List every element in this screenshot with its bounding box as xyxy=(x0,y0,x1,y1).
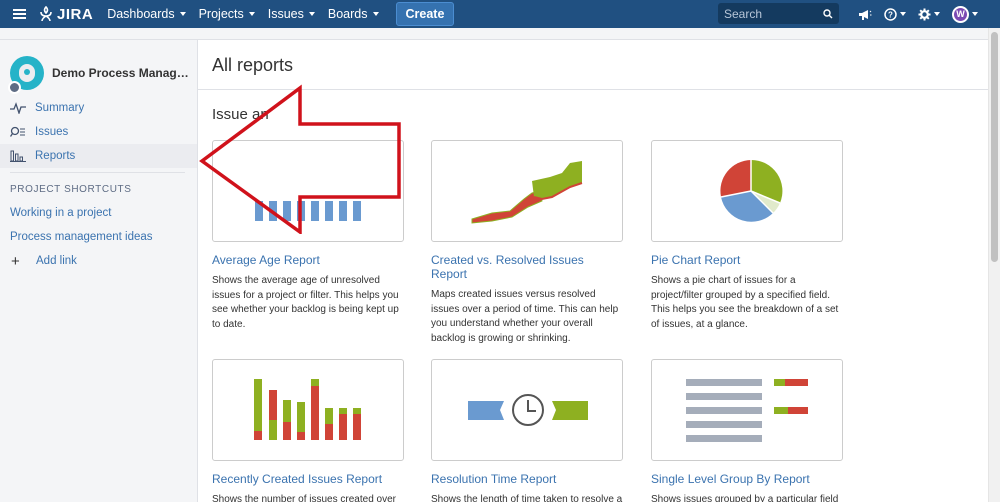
report-card-created-vs-resolved[interactable]: Created vs. Resolved Issues Report Maps … xyxy=(431,140,623,346)
report-title[interactable]: Resolution Time Report xyxy=(431,472,623,486)
settings-menu-button[interactable] xyxy=(918,8,940,21)
report-title[interactable]: Single Level Group By Report xyxy=(651,472,843,486)
report-description: Shows a pie chart of issues for a projec… xyxy=(651,275,839,330)
chevron-down-icon xyxy=(934,12,940,16)
section-title: Issue an xyxy=(212,106,269,123)
project-avatar-icon xyxy=(8,56,44,94)
report-title[interactable]: Recently Created Issues Report xyxy=(212,472,404,486)
report-description: Shows issues grouped by a particular fie… xyxy=(651,494,839,502)
chevron-down-icon xyxy=(372,12,379,16)
created-vs-resolved-thumbnail[interactable] xyxy=(431,140,623,242)
report-description: Shows the length of time taken to resolv… xyxy=(431,494,623,502)
resolution-time-thumbnail[interactable] xyxy=(431,359,623,461)
add-link-button[interactable]: + Add link xyxy=(0,249,197,273)
issues-search-icon xyxy=(10,126,25,137)
nav-label: Dashboards xyxy=(107,7,175,21)
search-input[interactable]: Search xyxy=(718,3,839,24)
user-profile-button[interactable]: W xyxy=(952,5,978,23)
help-icon: ? xyxy=(884,7,897,21)
search-placeholder: Search xyxy=(724,6,763,21)
report-description: Maps created issues versus resolved issu… xyxy=(431,289,619,344)
plus-icon: + xyxy=(11,252,20,270)
stacked-bar-chart-icon xyxy=(254,379,361,440)
project-header[interactable]: Demo Process Manageme... xyxy=(0,40,197,96)
report-title[interactable]: Created vs. Resolved Issues Report xyxy=(431,253,623,281)
report-description: Shows the number of issues created over … xyxy=(212,494,396,502)
add-link-label: Add link xyxy=(36,255,77,267)
summary-pulse-icon xyxy=(10,102,26,114)
nav-label: Boards xyxy=(327,7,368,21)
chevron-down-icon xyxy=(900,12,906,16)
clock-timeline-icon xyxy=(468,394,588,426)
sidebar-item-reports[interactable]: Reports xyxy=(0,144,197,168)
sidebar-item-label: Summary xyxy=(35,102,85,114)
help-menu-button[interactable]: ? xyxy=(884,7,906,21)
svg-text:?: ? xyxy=(888,10,893,19)
jira-logo[interactable]: JIRA xyxy=(38,6,93,23)
average-age-thumbnail[interactable] xyxy=(212,140,404,242)
pie-chart-thumbnail[interactable] xyxy=(651,140,843,242)
chevron-down-icon xyxy=(308,12,315,16)
page-title: All reports xyxy=(212,55,294,75)
shortcut-process-management-ideas[interactable]: Process management ideas xyxy=(0,225,197,249)
scrollbar-thumb[interactable] xyxy=(991,32,998,262)
chevron-down-icon xyxy=(179,12,186,16)
report-description: Shows the average age of unresolved issu… xyxy=(212,275,399,330)
report-card-average-age[interactable]: Average Age Report Shows the average age… xyxy=(212,140,404,332)
page-header: All reports xyxy=(198,40,988,90)
chevron-down-icon xyxy=(248,12,255,16)
pie-chart-icon xyxy=(720,159,783,222)
report-card-resolution-time[interactable]: Resolution Time Report Shows the length … xyxy=(431,359,623,502)
report-title[interactable]: Pie Chart Report xyxy=(651,253,843,267)
nav-boards-menu[interactable]: Boards xyxy=(328,7,379,21)
report-card-single-level-group[interactable]: Single Level Group By Report Shows issue… xyxy=(651,359,843,502)
reports-chart-icon xyxy=(10,150,26,162)
main-content: All reports Issue an Average Age Report … xyxy=(198,40,988,502)
project-name[interactable]: Demo Process Manageme... xyxy=(52,66,192,80)
jira-logo-icon xyxy=(40,6,52,22)
sidebar-item-issues[interactable]: Issues xyxy=(0,120,197,144)
single-level-group-thumbnail[interactable] xyxy=(651,359,843,461)
shortcuts-heading: PROJECT SHORTCUTS xyxy=(10,184,132,195)
nav-projects-menu[interactable]: Projects xyxy=(199,7,255,21)
recently-created-thumbnail[interactable] xyxy=(212,359,404,461)
sidebar-item-label: Reports xyxy=(35,150,76,162)
app-switcher-menu-icon[interactable] xyxy=(0,0,38,28)
vertical-scrollbar[interactable] xyxy=(988,28,1000,502)
logo-text: JIRA xyxy=(57,5,94,23)
bar-chart-icon xyxy=(255,201,361,221)
search-icon xyxy=(823,8,833,18)
grouped-list-icon xyxy=(686,379,808,442)
create-button[interactable]: Create xyxy=(395,2,455,26)
nav-dashboards-menu[interactable]: Dashboards xyxy=(107,7,186,21)
project-sidebar: Demo Process Manageme... Summary Issues … xyxy=(0,40,198,502)
notification-button[interactable] xyxy=(858,8,872,21)
user-avatar: W xyxy=(952,5,969,23)
sidebar-item-summary[interactable]: Summary xyxy=(0,96,197,120)
megaphone-icon xyxy=(859,9,872,20)
shortcut-working-in-project[interactable]: Working in a project xyxy=(0,201,197,225)
gear-icon xyxy=(918,8,931,20)
nav-label: Projects xyxy=(198,7,244,21)
nav-label: Issues xyxy=(267,7,304,21)
top-navigation-bar: JIRA Dashboards Projects Issues Boards C… xyxy=(0,0,1000,28)
page-header-strip xyxy=(0,28,988,40)
sidebar-item-label: Issues xyxy=(35,126,69,138)
nav-issues-menu[interactable]: Issues xyxy=(268,7,315,21)
report-card-recently-created[interactable]: Recently Created Issues Report Shows the… xyxy=(212,359,404,502)
area-chart-icon xyxy=(471,161,583,224)
report-card-pie-chart[interactable]: Pie Chart Report Shows a pie chart of is… xyxy=(651,140,843,332)
sidebar-divider xyxy=(10,172,185,173)
report-title[interactable]: Average Age Report xyxy=(212,253,404,267)
chevron-down-icon xyxy=(972,12,978,16)
